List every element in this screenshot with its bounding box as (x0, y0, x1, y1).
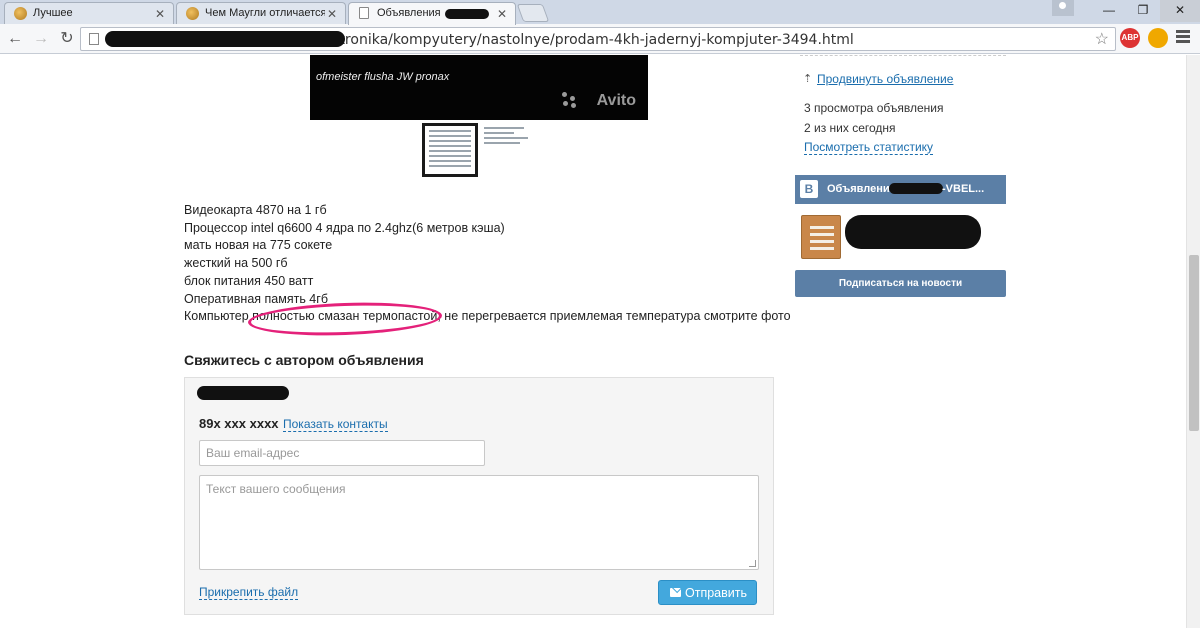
resize-handle-icon[interactable] (749, 560, 756, 567)
contact-section-title: Свяжитесь с автором объявления (184, 352, 424, 368)
site-favicon-icon (14, 7, 27, 20)
contact-form: 89x xxx xxxx Показать контакты Ваш email… (184, 377, 774, 615)
tab-label: Чем Маугли отличается (205, 7, 325, 19)
minimize-button[interactable]: — (1092, 0, 1126, 22)
address-url: search/elektronika/kompyutery/nastolnye/… (259, 32, 854, 48)
vk-group-widget: B Объявления -VBEL... Подписаться на нов… (795, 175, 1006, 297)
view-stats-link[interactable]: Посмотреть статистику (804, 140, 934, 155)
vk-subscribe-button[interactable]: Подписаться на новости (795, 270, 1006, 297)
photo-overlay-text: ofmeister flusha JW pronax (316, 71, 450, 83)
show-contacts-link[interactable]: Показать контакты (283, 417, 388, 432)
main-photo[interactable]: ofmeister flusha JW pronax Avito (310, 55, 648, 120)
vk-group-title-end: -VBEL... (942, 183, 985, 195)
scrollbar-thumb[interactable] (1189, 255, 1199, 431)
reload-button[interactable]: ↻ (56, 28, 78, 50)
vk-group-avatar[interactable] (801, 215, 841, 259)
description-line: Процессор intel q6600 4 ядра по 2.4ghz(6… (184, 220, 505, 235)
new-tab-button[interactable] (516, 4, 550, 22)
forward-button[interactable]: → (30, 28, 52, 50)
views-today: 2 из них сегодня (804, 121, 896, 135)
phone-number: 89x xxx xxxx (199, 416, 279, 431)
restore-button[interactable]: ❐ (1126, 0, 1160, 22)
attach-file-link[interactable]: Прикрепить файл (199, 585, 299, 600)
tab-label: Объявления (377, 7, 441, 19)
menu-icon[interactable] (1176, 30, 1192, 46)
tab-label: Лучшее (33, 7, 73, 19)
redaction-mark (889, 183, 943, 194)
envelope-icon (670, 588, 681, 597)
avito-logo-icon (562, 92, 578, 108)
vk-widget-header[interactable]: B Объявления -VBEL... (795, 175, 1006, 204)
back-button[interactable]: ← (4, 28, 26, 50)
redaction-mark (845, 215, 981, 249)
tab-close-icon[interactable]: ✕ (497, 7, 507, 21)
send-button[interactable]: Отправить (658, 580, 757, 605)
tab-close-icon[interactable]: ✕ (155, 7, 165, 21)
description-line: Оперативная память 4гб (184, 291, 328, 306)
views-total: 3 просмотра объявления (804, 101, 944, 115)
vk-group-title: Объявления (827, 183, 897, 195)
photo-thumbnail-selected[interactable] (422, 123, 478, 177)
tab-mowgli[interactable]: Чем Маугли отличается ✕ (176, 2, 346, 24)
redaction-mark (105, 31, 345, 47)
redaction-mark (445, 9, 489, 19)
photo-thumbnail[interactable] (480, 123, 536, 177)
message-placeholder: Текст вашего сообщения (206, 482, 346, 496)
bookmark-star-icon[interactable]: ☆ (1095, 29, 1109, 49)
message-field[interactable]: Текст вашего сообщения (199, 475, 759, 570)
tab-ads[interactable]: Объявления ✕ (348, 2, 516, 25)
ad-description: Видеокарта 4870 на 1 гб Процессор intel … (184, 202, 791, 326)
close-window-button[interactable]: ✕ (1160, 0, 1200, 22)
description-line: блок питания 450 ватт (184, 273, 314, 288)
tab-best[interactable]: Лучшее ✕ (4, 2, 174, 24)
description-line: Видеокарта 4870 на 1 гб (184, 203, 327, 217)
page-favicon-icon (359, 7, 369, 19)
promote-ad-link[interactable]: Продвинуть объявление (817, 72, 953, 86)
user-profile-icon[interactable] (1052, 0, 1074, 16)
description-line: жесткий на 500 гб (184, 256, 288, 271)
browser-toolbar: ← → ↻ search/elektronika/kompyutery/nast… (0, 24, 1200, 54)
photo-watermark: Avito (596, 92, 636, 109)
site-favicon-icon (186, 7, 199, 20)
promote-icon: ⇡ (803, 73, 813, 85)
seller-name-redacted (197, 386, 289, 400)
page-info-icon[interactable] (89, 33, 99, 45)
address-bar[interactable]: search/elektronika/kompyutery/nastolnye/… (80, 27, 1116, 51)
vk-logo-icon: B (800, 180, 818, 198)
page-content: ofmeister flusha JW pronax Avito Видеока… (0, 55, 1186, 628)
description-line: мать новая на 775 сокете (184, 238, 333, 253)
page-scrollbar[interactable] (1186, 55, 1200, 628)
email-field[interactable]: Ваш email-адрес (199, 440, 485, 466)
tab-strip: Лучшее ✕ Чем Маугли отличается ✕ Объявле… (0, 0, 1200, 25)
send-button-label: Отправить (685, 586, 747, 600)
adblock-plus-icon[interactable]: ABP (1120, 28, 1140, 48)
tab-close-icon[interactable]: ✕ (327, 7, 337, 21)
sidebar-divider (800, 55, 1006, 56)
extension-icon[interactable] (1148, 28, 1168, 48)
